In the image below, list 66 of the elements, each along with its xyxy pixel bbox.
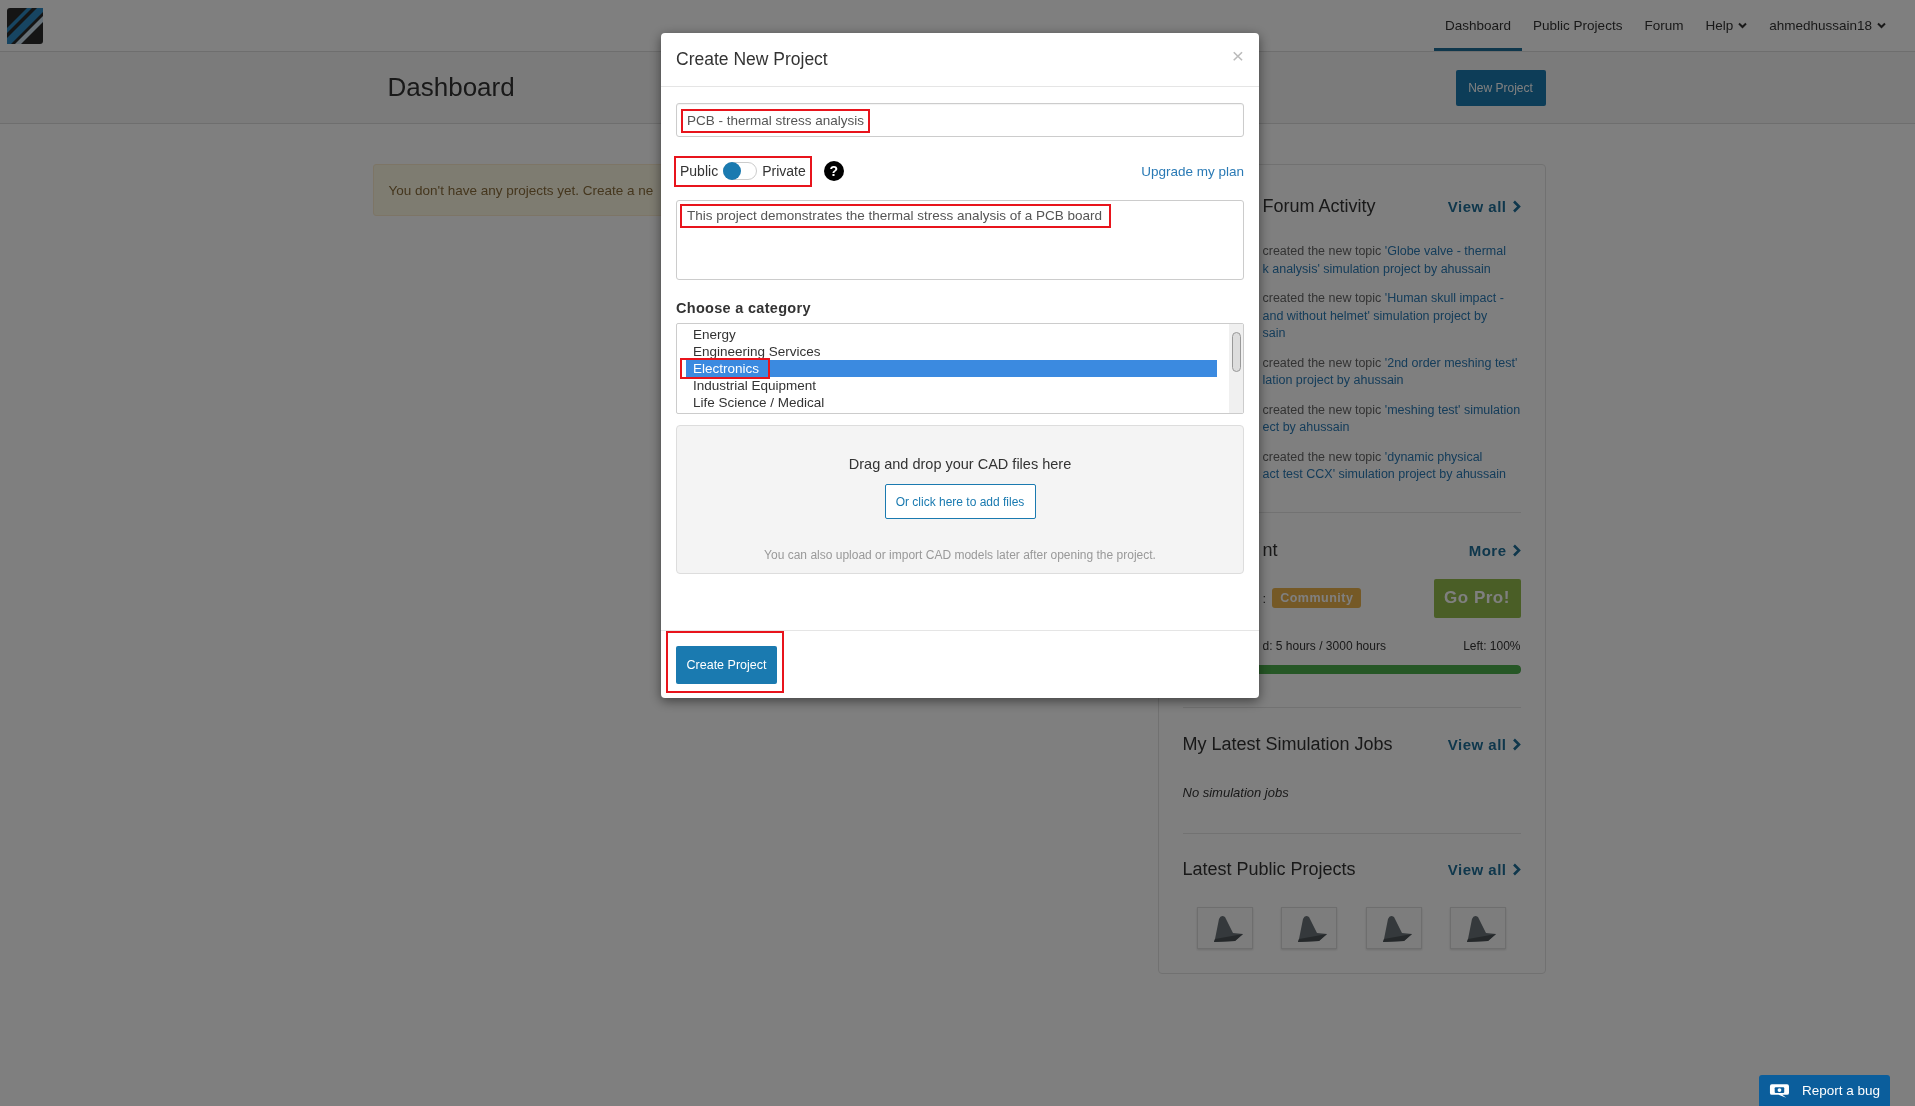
report-bug-button[interactable]: Report a bug [1759,1075,1890,1106]
section-title: Latest Public Projects [1182,859,1356,880]
topic-link[interactable]: lation project by ahussain [1262,373,1404,387]
section-title: nt [1261,540,1278,561]
drop-zone-title: Drag and drop your CAD files here [848,455,1072,473]
chevron-right-icon [1511,863,1521,876]
help-button[interactable]: ? [823,161,844,181]
go-pro-button[interactable]: Go Pro! [1433,578,1521,618]
project-thumbnail[interactable] [1281,906,1338,949]
public-label: Public [680,163,719,179]
view-all-link[interactable]: View all [1447,197,1521,215]
forum-text: created the new topic [1262,402,1383,417]
remaining-text: Left: 100% [1463,637,1521,655]
add-files-button[interactable]: Or click here to add files [884,484,1036,519]
forum-text: created the new topic [1262,244,1383,258]
chevron-right-icon [1511,544,1521,557]
category-option[interactable]: Energy [686,326,1217,343]
usage-text: d: 5 hours / 3000 hours [1262,637,1386,655]
nav-link[interactable]: Forum [1633,3,1695,51]
category-option[interactable]: Life Science / Medical [686,394,1217,411]
private-label: Private [762,163,806,179]
section-title: Forum Activity [1261,195,1376,217]
chevron-right-icon [1511,199,1521,213]
create-project-button[interactable]: Create Project [676,646,777,684]
empty-jobs-text: No simulation jobs [1182,783,1290,801]
new-project-button[interactable]: New Project [1455,70,1546,106]
plan-label: : [1262,590,1267,606]
view-all-link[interactable]: View all [1447,736,1521,753]
logo-icon [7,7,43,44]
forum-text: created the new topic [1262,449,1383,464]
topic-link[interactable]: 'dynamic physical [1384,449,1483,464]
forum-text: created the new topic [1262,355,1383,370]
field-value: PCB - thermal stress analysis [687,112,865,128]
category-option[interactable]: Industrial Equipment [686,377,1217,394]
nav-link[interactable]: Help [1694,3,1759,51]
view-all-link[interactable]: View all [1447,861,1521,878]
camera-bubble-icon [1769,1082,1790,1099]
view-all-link[interactable]: More [1468,542,1521,559]
nav-link[interactable]: ahmedhussain18 [1758,3,1897,51]
topic-link[interactable]: 'meshing test' simulation [1384,402,1521,417]
topic-link[interactable]: 'Globe valve - thermal [1384,244,1506,258]
forum-text: created the new topic [1262,291,1383,305]
project-name-field[interactable]: PCB - thermal stress analysis [676,103,1244,137]
page-title: Dashboard [387,71,515,103]
modal-title: Create New Project [676,49,828,70]
topic-link[interactable]: act test CCX' simulation project by ahussain [1262,467,1506,481]
project-thumbnail[interactable] [1450,906,1507,949]
section-title: My Latest Simulation Jobs [1182,734,1393,755]
category-label: Choose a category [676,300,812,316]
chevron-right-icon [1511,738,1521,751]
visibility-toggle[interactable] [723,162,758,180]
category-option[interactable]: Engineering Services [686,343,1217,360]
project-thumbnail[interactable] [1196,906,1253,949]
close-button[interactable]: × [1231,45,1244,66]
topic-link[interactable]: ect by ahussain [1262,420,1350,434]
description-field[interactable]: This project demonstrates the thermal stress analysis of a PCB board [676,200,1244,280]
topic-link[interactable]: 'Human skull impact - [1384,291,1504,305]
project-thumbnail[interactable] [1365,906,1422,949]
topic-link[interactable]: '2nd order meshing test' [1384,355,1518,370]
nav-link[interactable]: Public Projects [1522,3,1634,51]
topic-link[interactable]: k analysis' simulation project by ahussain [1262,261,1491,276]
category-option[interactable]: Electronics [686,360,1217,377]
plan-badge: Community [1272,588,1362,608]
topic-link[interactable]: sain [1262,326,1286,340]
upload-hint: You can also upload or import CAD models later after opening the project. [764,547,1156,563]
topic-link[interactable]: and without helmet' simulation project by [1262,308,1488,323]
